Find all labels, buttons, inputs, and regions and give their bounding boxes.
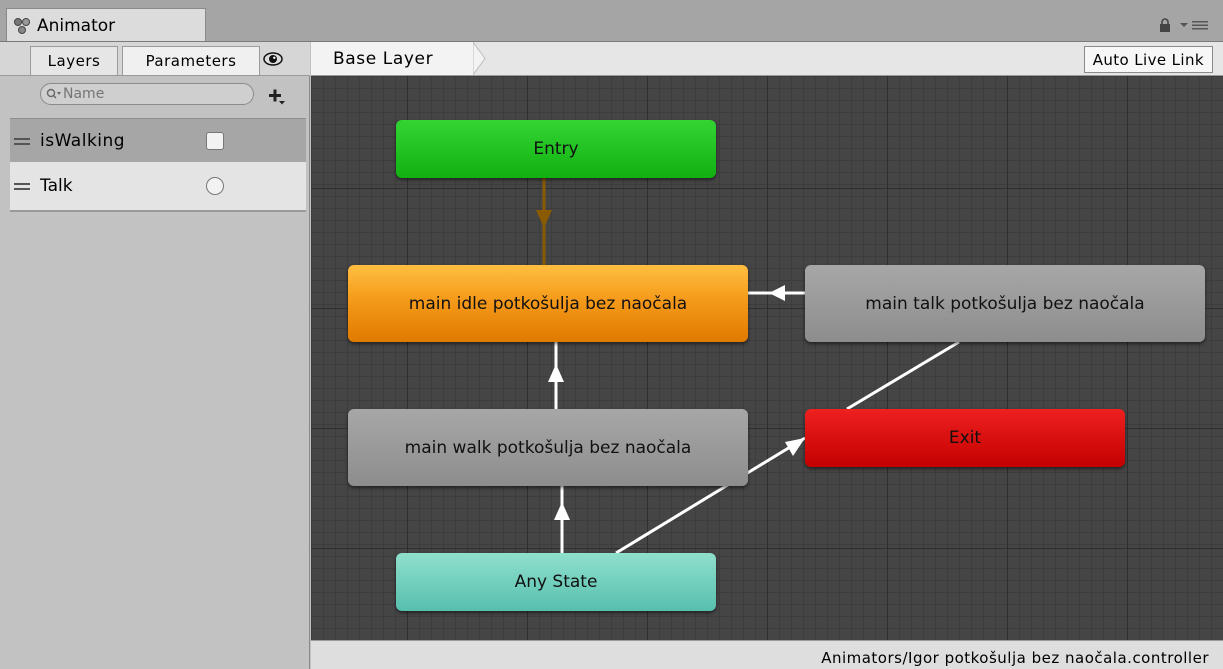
plus-icon: [269, 89, 285, 105]
state-main-walk[interactable]: main walk potkošulja bez naočala: [348, 409, 748, 486]
animator-window-tab[interactable]: Animator: [6, 8, 206, 42]
search-icon: [46, 88, 61, 99]
status-bar: Animators/Igor potkošulja bez naočala.co…: [311, 640, 1223, 669]
transition-talk-to-exit[interactable]: [846, 340, 960, 411]
auto-live-link-button[interactable]: Auto Live Link: [1083, 46, 1213, 73]
drag-handle-icon[interactable]: [14, 181, 30, 191]
parameter-name: isWalking: [40, 130, 126, 151]
search-input[interactable]: [40, 83, 254, 105]
window-title: Animator: [37, 15, 116, 36]
parameter-row-talk[interactable]: Talk: [10, 162, 306, 212]
context-menu-icon[interactable]: [1178, 18, 1214, 32]
state-any-state[interactable]: Any State: [396, 553, 716, 611]
parameter-row-iswalking[interactable]: isWalking: [10, 118, 306, 162]
bool-checkbox[interactable]: [206, 131, 224, 150]
transition-arrow-icon: [769, 285, 785, 301]
controller-path: Animators/Igor potkošulja bez naočala.co…: [821, 649, 1209, 667]
trigger-radio[interactable]: [206, 177, 224, 195]
panel-tabs: Layers Parameters: [0, 42, 310, 76]
lock-icon[interactable]: [1158, 18, 1172, 32]
state-main-talk[interactable]: main talk potkošulja bez naočala: [805, 265, 1205, 342]
parameters-panel: Layers Parameters isWalking Talk: [0, 42, 310, 669]
state-machine-graph[interactable]: Entry main idle potkošulja bez naočala m…: [311, 76, 1223, 640]
search-row: [0, 76, 310, 112]
window-tab-strip: Animator: [0, 0, 1223, 42]
transition-arrow-icon: [554, 502, 570, 520]
tab-layers[interactable]: Layers: [30, 46, 118, 75]
add-parameter-button[interactable]: [266, 86, 286, 106]
state-exit[interactable]: Exit: [805, 409, 1125, 467]
transition-arrow-icon: [536, 210, 552, 228]
breadcrumb-arrow: [473, 42, 486, 75]
transition-arrow-icon: [785, 438, 805, 456]
tab-parameters[interactable]: Parameters: [122, 46, 260, 75]
transition-arrow-icon: [548, 364, 564, 382]
eye-icon[interactable]: [262, 50, 284, 68]
animator-icon: [14, 17, 30, 34]
breadcrumb-base-layer[interactable]: Base Layer: [311, 42, 473, 75]
graph-toolbar: Base Layer Auto Live Link: [311, 42, 1223, 76]
state-entry[interactable]: Entry: [396, 120, 716, 178]
state-main-idle[interactable]: main idle potkošulja bez naočala: [348, 265, 748, 342]
parameter-name: Talk: [40, 176, 73, 196]
drag-handle-icon[interactable]: [14, 136, 30, 146]
